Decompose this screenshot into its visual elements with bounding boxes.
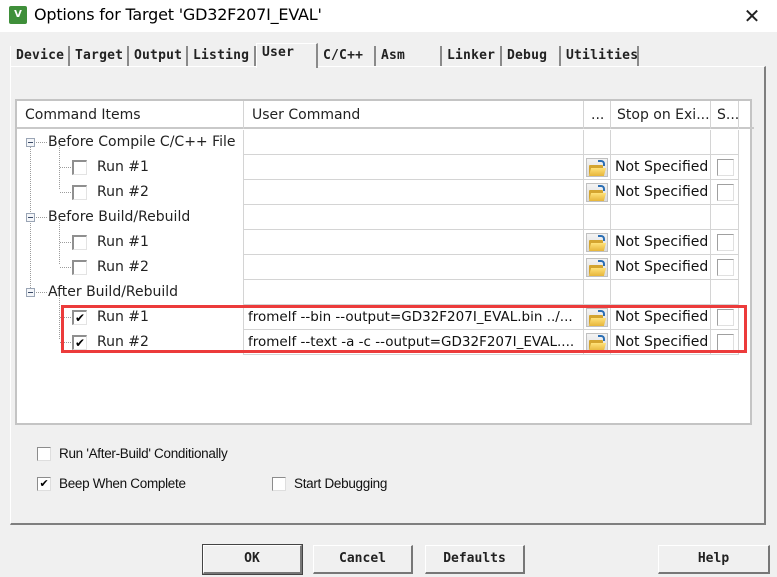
run-checkbox[interactable] — [72, 235, 87, 250]
start-debugging-option[interactable]: Start Debugging — [272, 476, 388, 492]
uv-logo-icon: V — [9, 6, 27, 24]
beep-when-complete-checkbox[interactable]: ✔ — [37, 477, 51, 492]
s-checkbox[interactable] — [717, 309, 734, 326]
group-label: After Build/Rebuild — [48, 284, 179, 300]
title-bar: V Options for Target 'GD32F207I_EVAL' ✕ — [0, 0, 777, 32]
run-checkbox[interactable]: ✔ — [72, 310, 87, 325]
tab-asm[interactable]: Asm — [376, 46, 442, 66]
table-row: Run #2 Not Specified — [17, 180, 739, 205]
tab-debug[interactable]: Debug — [502, 46, 561, 66]
stop-on-exit-select[interactable]: Not Specified — [611, 330, 711, 355]
run-checkbox[interactable] — [72, 160, 87, 175]
user-command-input[interactable] — [244, 255, 584, 280]
user-command-input[interactable]: fromelf --bin --output=GD32F207I_EVAL.bi… — [244, 305, 584, 330]
run-after-build-conditionally-option[interactable]: Run 'After-Build' Conditionally — [37, 446, 228, 462]
user-command-input[interactable] — [244, 180, 584, 205]
tab-listing[interactable]: Listing — [188, 46, 256, 66]
run-label: Run #2 — [97, 334, 149, 350]
user-command-grid: Command Items User Command ... Stop on E… — [15, 99, 754, 425]
column-header-user-command[interactable]: User Command — [244, 101, 584, 129]
beep-when-complete-option[interactable]: ✔ Beep When Complete — [37, 476, 186, 492]
table-row: ✔ Run #1 fromelf --bin --output=GD32F207… — [17, 305, 739, 330]
tab-output[interactable]: Output — [129, 46, 188, 66]
run-label: Run #1 — [97, 234, 149, 250]
browse-folder-icon[interactable] — [586, 158, 608, 177]
column-header-browse[interactable]: ... — [584, 101, 611, 129]
collapse-icon[interactable] — [26, 288, 35, 297]
collapse-icon[interactable] — [26, 213, 35, 222]
tab-device[interactable]: Device — [10, 46, 70, 66]
group-row-after-build: After Build/Rebuild — [17, 280, 739, 305]
stop-on-exit-select[interactable]: Not Specified — [611, 230, 711, 255]
tab-utilities[interactable]: Utilities — [561, 46, 639, 66]
table-row: Run #1 Not Specified — [17, 230, 739, 255]
help-button[interactable]: Help — [658, 545, 770, 574]
grid-header: Command Items User Command ... Stop on E… — [17, 101, 754, 129]
ok-button[interactable]: OK — [202, 544, 303, 575]
window-title: Options for Target 'GD32F207I_EVAL' — [34, 5, 322, 24]
column-header-s[interactable]: S... — [711, 101, 739, 129]
s-checkbox[interactable] — [717, 234, 734, 251]
run-checkbox[interactable]: ✔ — [72, 335, 87, 350]
s-checkbox[interactable] — [717, 159, 734, 176]
run-after-build-conditionally-checkbox[interactable] — [37, 447, 51, 462]
run-label: Run #2 — [97, 259, 149, 275]
group-row-before-compile: Before Compile C/C++ File — [17, 130, 739, 155]
group-label: Before Compile C/C++ File — [48, 134, 236, 150]
user-command-input[interactable]: fromelf --text -a -c --output=GD32F207I_… — [244, 330, 584, 355]
browse-folder-icon[interactable] — [586, 308, 608, 327]
stop-on-exit-select[interactable]: Not Specified — [611, 180, 711, 205]
run-checkbox[interactable] — [72, 185, 87, 200]
beep-when-complete-label: Beep When Complete — [59, 476, 186, 491]
column-header-command-items[interactable]: Command Items — [17, 101, 244, 129]
user-command-input[interactable] — [244, 155, 584, 180]
stop-on-exit-select[interactable]: Not Specified — [611, 305, 711, 330]
collapse-icon[interactable] — [26, 138, 35, 147]
s-checkbox[interactable] — [717, 334, 734, 351]
s-checkbox[interactable] — [717, 184, 734, 201]
group-label: Before Build/Rebuild — [48, 209, 191, 225]
browse-folder-icon[interactable] — [586, 258, 608, 277]
cancel-button[interactable]: Cancel — [313, 545, 413, 574]
tab-linker[interactable]: Linker — [442, 46, 502, 66]
run-label: Run #1 — [97, 309, 149, 325]
browse-folder-icon[interactable] — [586, 333, 608, 352]
s-checkbox[interactable] — [717, 259, 734, 276]
start-debugging-checkbox[interactable] — [272, 477, 286, 492]
start-debugging-label: Start Debugging — [294, 476, 388, 491]
run-after-build-conditionally-label: Run 'After-Build' Conditionally — [59, 446, 228, 461]
column-header-stop-on-exit[interactable]: Stop on Exi... — [611, 101, 711, 129]
run-checkbox[interactable] — [72, 260, 87, 275]
tab-target[interactable]: Target — [70, 46, 129, 66]
table-row: ✔ Run #2 fromelf --text -a -c --output=G… — [17, 330, 739, 355]
group-row-before-build: Before Build/Rebuild — [17, 205, 739, 230]
stop-on-exit-select[interactable]: Not Specified — [611, 155, 711, 180]
stop-on-exit-select[interactable]: Not Specified — [611, 255, 711, 280]
table-row: Run #2 Not Specified — [17, 255, 739, 280]
table-row: Run #1 Not Specified — [17, 155, 739, 180]
browse-folder-icon[interactable] — [586, 183, 608, 202]
tab-user[interactable]: User — [256, 43, 318, 68]
close-button[interactable]: ✕ — [737, 3, 767, 29]
run-label: Run #1 — [97, 159, 149, 175]
user-command-input[interactable] — [244, 230, 584, 255]
tab-cc[interactable]: C/C++ — [318, 46, 376, 66]
defaults-button[interactable]: Defaults — [425, 545, 525, 574]
run-label: Run #2 — [97, 184, 149, 200]
browse-folder-icon[interactable] — [586, 233, 608, 252]
